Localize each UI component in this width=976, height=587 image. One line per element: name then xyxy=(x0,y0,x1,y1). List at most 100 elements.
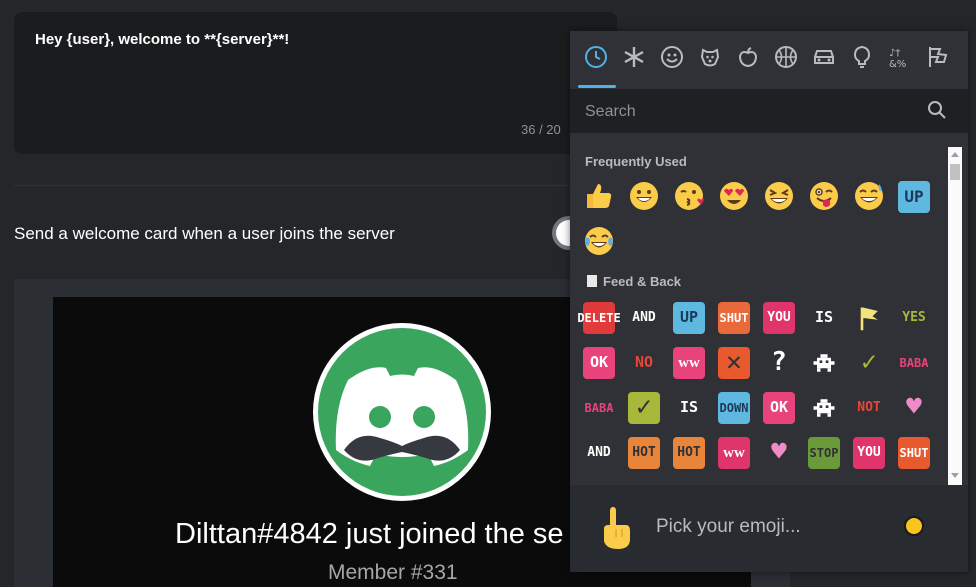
section-title-frequently-used: Frequently Used xyxy=(585,154,687,169)
selected-category-indicator xyxy=(578,85,616,88)
recent-icon[interactable] xyxy=(584,45,608,69)
sticker-text: ✕ xyxy=(726,347,742,378)
sticker-text: ♥ xyxy=(906,392,922,423)
welcome-message-textbox[interactable]: Hey {user}, welcome to **{server}**! 36 … xyxy=(14,12,617,154)
scroll-down-arrow-icon[interactable] xyxy=(951,473,959,478)
basketball-icon[interactable] xyxy=(774,45,798,69)
laughing-emoji[interactable] xyxy=(763,180,795,212)
grinning-emoji[interactable] xyxy=(628,180,660,212)
sticker-text: YES xyxy=(902,310,926,326)
kissing-heart-emoji[interactable] xyxy=(673,180,705,212)
sticker-item[interactable]: ST OP xyxy=(808,437,840,469)
pointing-up-hand-icon xyxy=(604,507,630,549)
card-member-number: Member #331 xyxy=(328,561,458,584)
sticker-item[interactable]: IS xyxy=(673,392,705,424)
sticker-text: OK xyxy=(589,353,609,372)
up-sticker[interactable]: UP xyxy=(898,181,930,213)
sticker-item[interactable]: ✕ xyxy=(718,347,750,379)
skin-tone-selector[interactable] xyxy=(906,518,922,534)
sticker-item[interactable]: ✓ xyxy=(853,347,885,379)
sticker-item[interactable]: ? xyxy=(763,347,795,379)
page-icon xyxy=(587,275,597,287)
symbols-icon[interactable]: ♪† &% xyxy=(888,45,912,70)
search-icon[interactable] xyxy=(927,100,947,120)
sticker-text: YOU xyxy=(857,445,881,461)
sticker-text: NO xyxy=(634,353,654,372)
apple-icon[interactable] xyxy=(736,45,760,69)
sticker-text: ✓ xyxy=(861,347,877,378)
sticker-item[interactable]: NOT xyxy=(853,392,885,424)
sticker-item[interactable]: YOU xyxy=(763,302,795,334)
sticker-text: HOT xyxy=(677,445,701,461)
sticker-text: AND xyxy=(632,310,656,326)
sticker-item[interactable]: DO WN xyxy=(718,392,750,424)
scroll-up-arrow-icon[interactable] xyxy=(951,152,959,157)
heart-eyes-emoji[interactable] xyxy=(718,180,750,212)
sticker-text: OP xyxy=(824,445,839,460)
sticker-text: BA xyxy=(914,355,929,370)
winking-tongue-emoji[interactable] xyxy=(808,180,840,212)
sticker-text: BA xyxy=(584,400,599,415)
sticker-text: SH xyxy=(719,310,734,325)
svg-text:♪†: ♪† xyxy=(889,48,900,59)
car-icon[interactable] xyxy=(812,45,836,69)
sticker-text: AND xyxy=(587,445,611,461)
sticker-item[interactable]: OK xyxy=(583,347,615,379)
sticker-item[interactable] xyxy=(853,302,885,334)
lightbulb-icon[interactable] xyxy=(850,45,874,69)
sticker-item[interactable]: HOT xyxy=(673,437,705,469)
sticker-text: BA xyxy=(899,355,914,370)
section-title-feed-and-back: Feed & Back xyxy=(587,274,681,289)
sticker-item[interactable]: UP xyxy=(673,302,705,334)
sticker-item[interactable]: HOT xyxy=(628,437,660,469)
emoji-search-bar xyxy=(570,89,968,133)
sticker-text: ✓ xyxy=(636,392,652,423)
sticker-text: UT xyxy=(734,310,749,325)
sticker-item[interactable]: BA BA xyxy=(583,392,615,424)
sticker-item[interactable]: OK xyxy=(763,392,795,424)
sweat-smile-emoji[interactable] xyxy=(853,180,885,212)
sticker-item[interactable]: ᴡᴡ xyxy=(718,437,750,469)
sticker-item[interactable]: ᴡᴡ xyxy=(673,347,705,379)
emoji-picker: ♪†&% Frequently Used xyxy=(570,31,968,572)
character-counter: 36 / 20 xyxy=(521,122,561,137)
sticker-text: ♥ xyxy=(771,437,787,468)
sticker-item[interactable]: ♥ xyxy=(763,437,795,469)
scroll-thumb[interactable] xyxy=(950,164,960,180)
svg-text:&%: &% xyxy=(889,59,906,69)
sticker-item[interactable]: SH UT xyxy=(718,302,750,334)
sticker-text: IS xyxy=(679,398,699,417)
asterisk-icon[interactable] xyxy=(622,45,646,69)
sticker-item[interactable]: YOU xyxy=(853,437,885,469)
discord-logo-icon xyxy=(335,367,469,466)
footer-prompt-text: Pick your emoji... xyxy=(656,516,801,537)
sticker-item[interactable]: DEL ETE xyxy=(577,302,621,334)
sticker-item[interactable]: ♥ xyxy=(898,392,930,424)
sticker-item[interactable]: BA BA xyxy=(898,347,930,379)
sticker-item[interactable]: NO xyxy=(628,347,660,379)
sticker-text: UT xyxy=(914,445,929,460)
sticker-item[interactable]: AND xyxy=(628,302,660,334)
sticker-text: ST xyxy=(809,445,824,460)
flags-icon[interactable] xyxy=(926,45,950,69)
thumbs-up-emoji[interactable] xyxy=(583,180,615,212)
sticker-text: IS xyxy=(814,308,834,327)
smiley-icon[interactable] xyxy=(660,45,684,69)
emoji-list: Frequently Used UP Feed & Back DEL ETE A… xyxy=(570,133,948,485)
joy-emoji[interactable] xyxy=(583,225,615,257)
sticker-item[interactable] xyxy=(808,392,840,424)
sticker-text: HOT xyxy=(632,445,656,461)
sticker-text: ᴡᴡ xyxy=(678,353,700,372)
sticker-item[interactable] xyxy=(808,347,840,379)
sticker-item[interactable]: AND xyxy=(583,437,615,469)
emoji-list-scrollbar[interactable] xyxy=(948,147,962,485)
sticker-item[interactable]: YES xyxy=(898,302,930,334)
sticker-item[interactable]: IS xyxy=(808,302,840,334)
sticker-text: ᴡᴡ xyxy=(723,443,745,462)
sticker-text: WN xyxy=(734,400,749,415)
dog-icon[interactable] xyxy=(698,45,722,69)
sticker-text: DO xyxy=(719,400,734,415)
sticker-item[interactable]: SH UT xyxy=(898,437,930,469)
emoji-search-input[interactable] xyxy=(583,101,917,123)
sticker-item[interactable]: ✓ xyxy=(628,392,660,424)
